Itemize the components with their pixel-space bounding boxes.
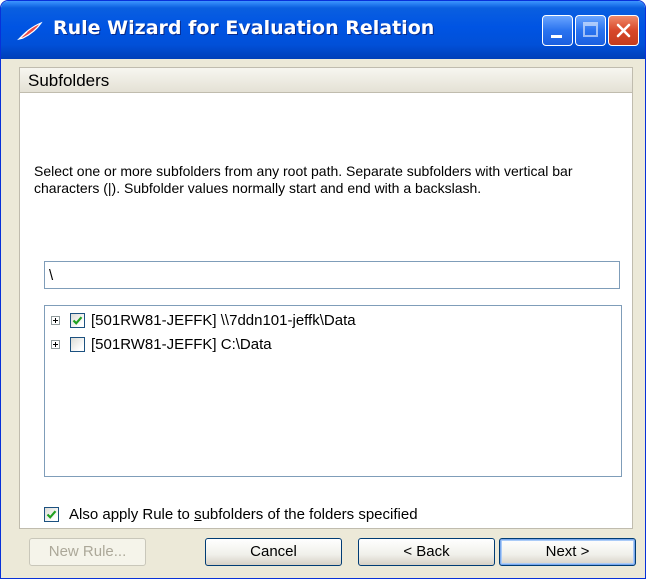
plus-expander-icon[interactable] <box>51 340 60 349</box>
root-path-tree[interactable]: [501RW81-JEFFK] \\7ddn101-jeffk\Data [50… <box>44 305 622 477</box>
checkmark-icon <box>72 316 83 325</box>
maximize-button[interactable] <box>575 15 606 46</box>
cancel-button[interactable]: Cancel <box>205 538 342 566</box>
apply-label-after: ubfolders of the folders specified <box>201 506 418 523</box>
section-title: Subfolders <box>28 71 110 90</box>
apply-label-before: Also apply Rule to <box>69 506 195 523</box>
apply-subfolders-label[interactable]: Also apply Rule to subfolders of the fol… <box>69 506 418 523</box>
close-icon <box>616 23 631 38</box>
minimize-button[interactable] <box>542 15 573 46</box>
instructions-text: Select one or more subfolders from any r… <box>34 163 573 196</box>
rule-wizard-window: Rule Wizard for Evaluation Relation Subf… <box>0 0 646 579</box>
maximize-icon <box>583 22 598 37</box>
title-bar[interactable]: Rule Wizard for Evaluation Relation <box>1 1 645 59</box>
back-button[interactable]: < Back <box>358 538 495 566</box>
tree-node-label[interactable]: [501RW81-JEFFK] \\7ddn101-jeffk\Data <box>91 312 356 329</box>
checkmark-icon <box>46 510 57 519</box>
apply-subfolders-checkbox[interactable] <box>44 507 59 522</box>
subfolders-panel: Select one or more subfolders from any r… <box>19 93 633 529</box>
tree-node[interactable]: [501RW81-JEFFK] C:\Data <box>51 334 611 356</box>
feather-pen-icon <box>17 21 43 41</box>
tree-node-label[interactable]: [501RW81-JEFFK] C:\Data <box>91 336 272 353</box>
close-button[interactable] <box>608 15 639 46</box>
tree-node-checkbox[interactable] <box>70 337 85 352</box>
tree-node[interactable]: [501RW81-JEFFK] \\7ddn101-jeffk\Data <box>51 310 611 332</box>
new-rule-button[interactable]: New Rule... <box>29 538 146 566</box>
wizard-client-area: Subfolders Select one or more subfolders… <box>5 59 637 574</box>
apply-label-accelerator: s <box>194 506 202 523</box>
tree-node-checkbox[interactable] <box>70 313 85 328</box>
next-button[interactable]: Next > <box>499 538 636 566</box>
apply-subfolders-option[interactable]: Also apply Rule to subfolders of the fol… <box>44 505 564 525</box>
section-header: Subfolders <box>19 67 633 93</box>
plus-expander-icon[interactable] <box>51 316 60 325</box>
subfolder-input[interactable] <box>44 261 620 289</box>
minimize-icon <box>551 35 562 38</box>
window-title: Rule Wizard for Evaluation Relation <box>53 17 435 39</box>
